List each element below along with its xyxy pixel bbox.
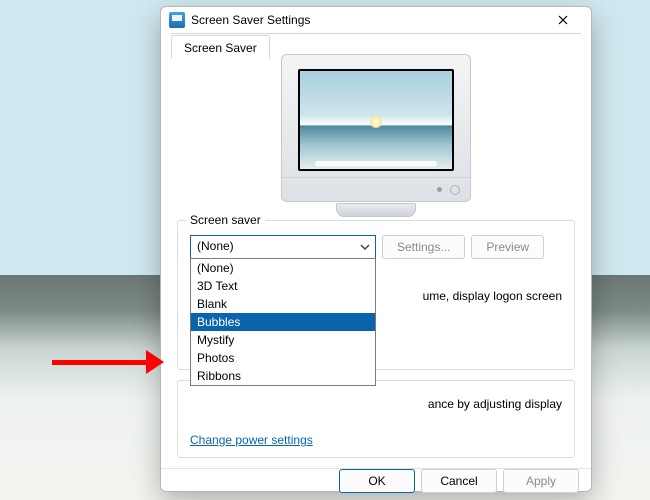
apply-button[interactable]: Apply [503,469,579,493]
titlebar[interactable]: Screen Saver Settings [161,7,591,33]
dropdown-option[interactable]: Ribbons [191,367,375,385]
resume-text-fragment: ume, display logon screen [423,287,562,303]
screen-saver-dropdown-list[interactable]: (None)3D TextBlankBubblesMystifyPhotosRi… [190,258,376,386]
dialog-footer: OK Cancel Apply [161,468,591,493]
window-title: Screen Saver Settings [191,13,545,27]
chevron-down-icon [355,236,375,258]
preview-button[interactable]: Preview [471,235,544,259]
app-icon [169,12,185,28]
dropdown-option[interactable]: (None) [191,259,375,277]
combobox-value: (None) [191,236,375,253]
ok-button[interactable]: OK [339,469,415,493]
group-legend: Screen saver [186,213,265,227]
screen-saver-settings-dialog: Screen Saver Settings Screen Saver Scree… [160,6,592,492]
screen-saver-combobox[interactable]: (None) [190,235,376,259]
preview-screen [300,71,452,169]
dropdown-option[interactable]: 3D Text [191,277,375,295]
dropdown-option[interactable]: Bubbles [191,313,375,331]
dropdown-option[interactable]: Mystify [191,331,375,349]
monitor-power-icon [450,185,460,195]
monitor-led-icon [437,187,442,192]
power-management-group: ance by adjusting display Change power s… [177,380,575,458]
close-icon [558,15,568,25]
close-button[interactable] [545,7,581,33]
dropdown-option[interactable]: Blank [191,295,375,313]
preview-monitor [281,54,471,202]
power-text-fragment: ance by adjusting display [428,395,562,417]
change-power-settings-link[interactable]: Change power settings [190,433,313,447]
dropdown-option[interactable]: Photos [191,349,375,367]
cancel-button[interactable]: Cancel [421,469,497,493]
screen-saver-group: Screen saver (None) Settings... Preview … [177,220,575,370]
settings-button[interactable]: Settings... [382,235,465,259]
